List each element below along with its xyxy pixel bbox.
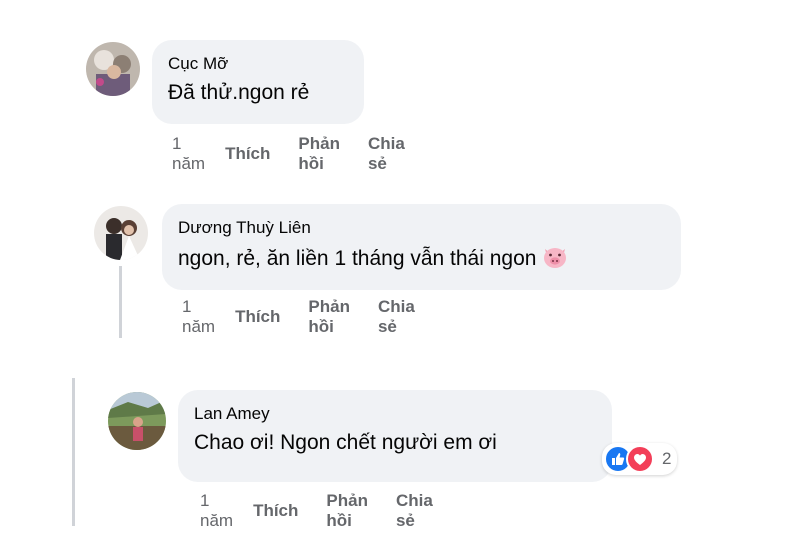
comment-text-content: ngon, rẻ, ăn liền 1 tháng vẫn thái ngon — [178, 247, 537, 270]
comment-text: Đã thử.ngon rẻ — [168, 81, 310, 104]
comment-author[interactable]: Lan Amey — [194, 404, 596, 424]
reaction-summary[interactable]: 2 — [602, 443, 678, 475]
comment-time[interactable]: 1 năm — [172, 134, 205, 174]
share-button[interactable]: Chia sẻ — [378, 297, 415, 337]
reaction-count: 2 — [662, 449, 672, 468]
share-button[interactable]: Chia sẻ — [368, 134, 405, 174]
reply-button[interactable]: Phản hồi — [326, 491, 368, 531]
share-button[interactable]: Chia sẻ — [396, 491, 433, 531]
comment-author[interactable]: Cục Mỡ — [168, 54, 348, 74]
like-button[interactable]: Thích — [235, 307, 280, 327]
avatar[interactable] — [94, 206, 148, 260]
reply-button[interactable]: Phản hồi — [308, 297, 350, 337]
comment-time[interactable]: 1 năm — [200, 491, 233, 531]
comment-bubble: Lan Amey Chao ơi! Ngon chết người em ơi — [178, 390, 612, 482]
comment-text: Chao ơi! Ngon chết người em ơi — [194, 431, 497, 454]
thread-line — [72, 378, 75, 526]
like-button[interactable]: Thích — [253, 501, 298, 521]
avatar[interactable] — [86, 42, 140, 96]
comment-bubble: Dương Thuỳ Liên ngon, rẻ, ăn liền 1 thán… — [162, 204, 681, 290]
comment-actions: 1 năm Thích Phản hồi Chia sẻ — [182, 297, 443, 337]
comment-text: ngon, rẻ, ăn liền 1 tháng vẫn thái ngon — [178, 245, 665, 271]
thread-line — [119, 266, 122, 338]
like-button[interactable]: Thích — [225, 144, 270, 164]
pig-face-icon — [542, 245, 568, 269]
comment-bubble: Cục Mỡ Đã thử.ngon rẻ — [152, 40, 364, 124]
reply-button[interactable]: Phản hồi — [298, 134, 340, 174]
comment-actions: 1 năm Thích Phản hồi Chia sẻ — [200, 491, 461, 531]
avatar[interactable] — [108, 392, 166, 450]
comment-author[interactable]: Dương Thuỳ Liên — [178, 218, 665, 238]
love-icon — [626, 445, 654, 473]
comment-time[interactable]: 1 năm — [182, 297, 215, 337]
comment-actions: 1 năm Thích Phản hồi Chia sẻ — [172, 134, 433, 174]
